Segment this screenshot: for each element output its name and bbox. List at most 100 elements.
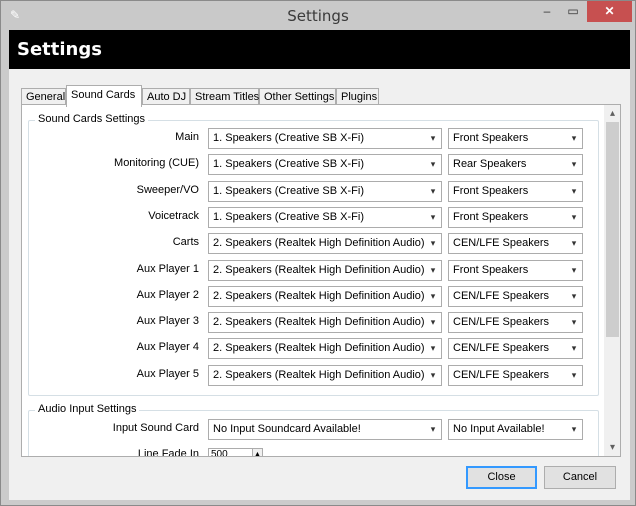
device-select[interactable]: 2. Speakers (Realtek High Definition Aud…: [208, 365, 442, 386]
device-select[interactable]: 1. Speakers (Creative SB X-Fi) ▾: [208, 181, 442, 202]
channel-select[interactable]: CEN/LFE Speakers ▾: [448, 233, 583, 254]
channel-select[interactable]: CEN/LFE Speakers ▾: [448, 365, 583, 386]
dropdown-arrow-icon: ▾: [430, 159, 436, 169]
maximize-button[interactable]: ▭: [560, 1, 586, 22]
dropdown-arrow-icon: ▾: [571, 370, 577, 380]
dropdown-arrow-icon: ▾: [430, 212, 436, 222]
channel-value: CEN/LFE Speakers: [453, 369, 549, 381]
title-bar[interactable]: ✎ Settings – ▭ ✕: [1, 1, 635, 30]
scroll-up-icon[interactable]: ▴: [604, 105, 620, 122]
row-label: Aux Player 2: [136, 289, 199, 301]
line-fade-in-stepper[interactable]: 500 ▲: [208, 448, 263, 456]
dropdown-arrow-icon: ▾: [571, 133, 577, 143]
row-label: Voicetrack: [148, 210, 199, 222]
dropdown-arrow-icon: ▾: [430, 238, 436, 248]
channel-select[interactable]: CEN/LFE Speakers ▾: [448, 312, 583, 333]
sound-cards-panel: Sound Cards Settings Audio Input Setting…: [21, 104, 621, 457]
dropdown-arrow-icon: ▾: [571, 291, 577, 301]
device-value: 2. Speakers (Realtek High Definition Aud…: [213, 237, 425, 249]
audio-input-group-label: Audio Input Settings: [35, 403, 140, 415]
device-select[interactable]: 2. Speakers (Realtek High Definition Aud…: [208, 233, 442, 254]
channel-select[interactable]: CEN/LFE Speakers ▾: [448, 338, 583, 359]
dropdown-arrow-icon: ▾: [430, 186, 436, 196]
device-value: 2. Speakers (Realtek High Definition Aud…: [213, 316, 425, 328]
device-select[interactable]: 2. Speakers (Realtek High Definition Aud…: [208, 260, 442, 281]
channel-value: CEN/LFE Speakers: [453, 237, 549, 249]
channel-value: CEN/LFE Speakers: [453, 342, 549, 354]
row-label: Aux Player 3: [136, 315, 199, 327]
settings-scroll-area: Sound Cards Settings Audio Input Setting…: [22, 105, 603, 456]
channel-value: CEN/LFE Speakers: [453, 290, 549, 302]
channel-select[interactable]: Front Speakers ▾: [448, 260, 583, 281]
device-value: 2. Speakers (Realtek High Definition Aud…: [213, 342, 425, 354]
dropdown-arrow-icon: ▾: [571, 238, 577, 248]
dropdown-arrow-icon: ▾: [571, 265, 577, 275]
line-fade-in-value: 500: [211, 449, 228, 456]
device-value: 2. Speakers (Realtek High Definition Aud…: [213, 264, 425, 276]
channel-value: CEN/LFE Speakers: [453, 316, 549, 328]
line-fade-in-label: Line Fade In: [137, 448, 199, 456]
dropdown-arrow-icon: ▾: [430, 343, 436, 353]
settings-window: ✎ Settings – ▭ ✕ Settings General Sound …: [0, 0, 636, 506]
cancel-button[interactable]: Cancel: [544, 466, 616, 489]
device-select[interactable]: 1. Speakers (Creative SB X-Fi) ▾: [208, 128, 442, 149]
page-title: Settings: [17, 39, 102, 60]
channel-select[interactable]: Rear Speakers ▾: [448, 154, 583, 175]
header-bar: Settings: [9, 30, 630, 69]
dropdown-arrow-icon: ▾: [430, 291, 436, 301]
sound-cards-group-label: Sound Cards Settings: [35, 113, 149, 125]
dropdown-arrow-icon: ▾: [571, 186, 577, 196]
device-select[interactable]: 1. Speakers (Creative SB X-Fi) ▾: [208, 207, 442, 228]
close-button[interactable]: Close: [466, 466, 537, 489]
tab-sound-cards[interactable]: Sound Cards: [66, 85, 142, 107]
spin-up-icon[interactable]: ▲: [252, 449, 262, 456]
channel-value: Front Speakers: [453, 264, 529, 276]
channel-select[interactable]: CEN/LFE Speakers ▾: [448, 286, 583, 307]
input-device-value: No Input Soundcard Available!: [213, 423, 361, 435]
vertical-scrollbar[interactable]: ▴ ▾: [604, 105, 620, 456]
device-value: 1. Speakers (Creative SB X-Fi): [213, 211, 364, 223]
row-label: Monitoring (CUE): [114, 157, 199, 169]
channel-select[interactable]: Front Speakers ▾: [448, 181, 583, 202]
dropdown-arrow-icon: ▾: [571, 317, 577, 327]
device-value: 2. Speakers (Realtek High Definition Aud…: [213, 290, 425, 302]
scroll-down-icon[interactable]: ▾: [604, 439, 620, 456]
dropdown-arrow-icon: ▾: [430, 317, 436, 327]
dropdown-arrow-icon: ▾: [430, 370, 436, 380]
dropdown-arrow-icon: ▾: [571, 159, 577, 169]
device-select[interactable]: 1. Speakers (Creative SB X-Fi) ▾: [208, 154, 442, 175]
row-label: Aux Player 1: [136, 263, 199, 275]
channel-value: Front Speakers: [453, 185, 529, 197]
channel-select[interactable]: Front Speakers ▾: [448, 128, 583, 149]
client-area: Settings General Sound Cards Auto DJ Str…: [9, 30, 630, 500]
row-label: Aux Player 5: [136, 368, 199, 380]
row-label: Carts: [172, 236, 199, 248]
scrollbar-thumb[interactable]: [606, 122, 619, 337]
dropdown-arrow-icon: ▾: [571, 343, 577, 353]
input-sound-card-label: Input Sound Card: [112, 422, 199, 434]
input-channel-select[interactable]: No Input Available! ▾: [448, 419, 583, 440]
input-device-select[interactable]: No Input Soundcard Available! ▾: [208, 419, 442, 440]
row-label: Sweeper/VO: [136, 184, 199, 196]
minimize-button[interactable]: –: [534, 1, 560, 22]
device-value: 1. Speakers (Creative SB X-Fi): [213, 132, 364, 144]
row-label: Main: [175, 131, 199, 143]
dropdown-arrow-icon: ▾: [571, 212, 577, 222]
device-select[interactable]: 2. Speakers (Realtek High Definition Aud…: [208, 338, 442, 359]
device-value: 1. Speakers (Creative SB X-Fi): [213, 185, 364, 197]
row-label: Aux Player 4: [136, 341, 199, 353]
device-select[interactable]: 2. Speakers (Realtek High Definition Aud…: [208, 312, 442, 333]
channel-value: Front Speakers: [453, 211, 529, 223]
channel-value: Rear Speakers: [453, 158, 527, 170]
input-channel-value: No Input Available!: [453, 423, 545, 435]
dropdown-arrow-icon: ▾: [430, 265, 436, 275]
dropdown-arrow-icon: ▾: [430, 424, 436, 434]
dropdown-arrow-icon: ▾: [430, 133, 436, 143]
channel-value: Front Speakers: [453, 132, 529, 144]
channel-select[interactable]: Front Speakers ▾: [448, 207, 583, 228]
device-select[interactable]: 2. Speakers (Realtek High Definition Aud…: [208, 286, 442, 307]
close-window-button[interactable]: ✕: [587, 1, 632, 22]
device-value: 1. Speakers (Creative SB X-Fi): [213, 158, 364, 170]
device-value: 2. Speakers (Realtek High Definition Aud…: [213, 369, 425, 381]
dropdown-arrow-icon: ▾: [571, 424, 577, 434]
